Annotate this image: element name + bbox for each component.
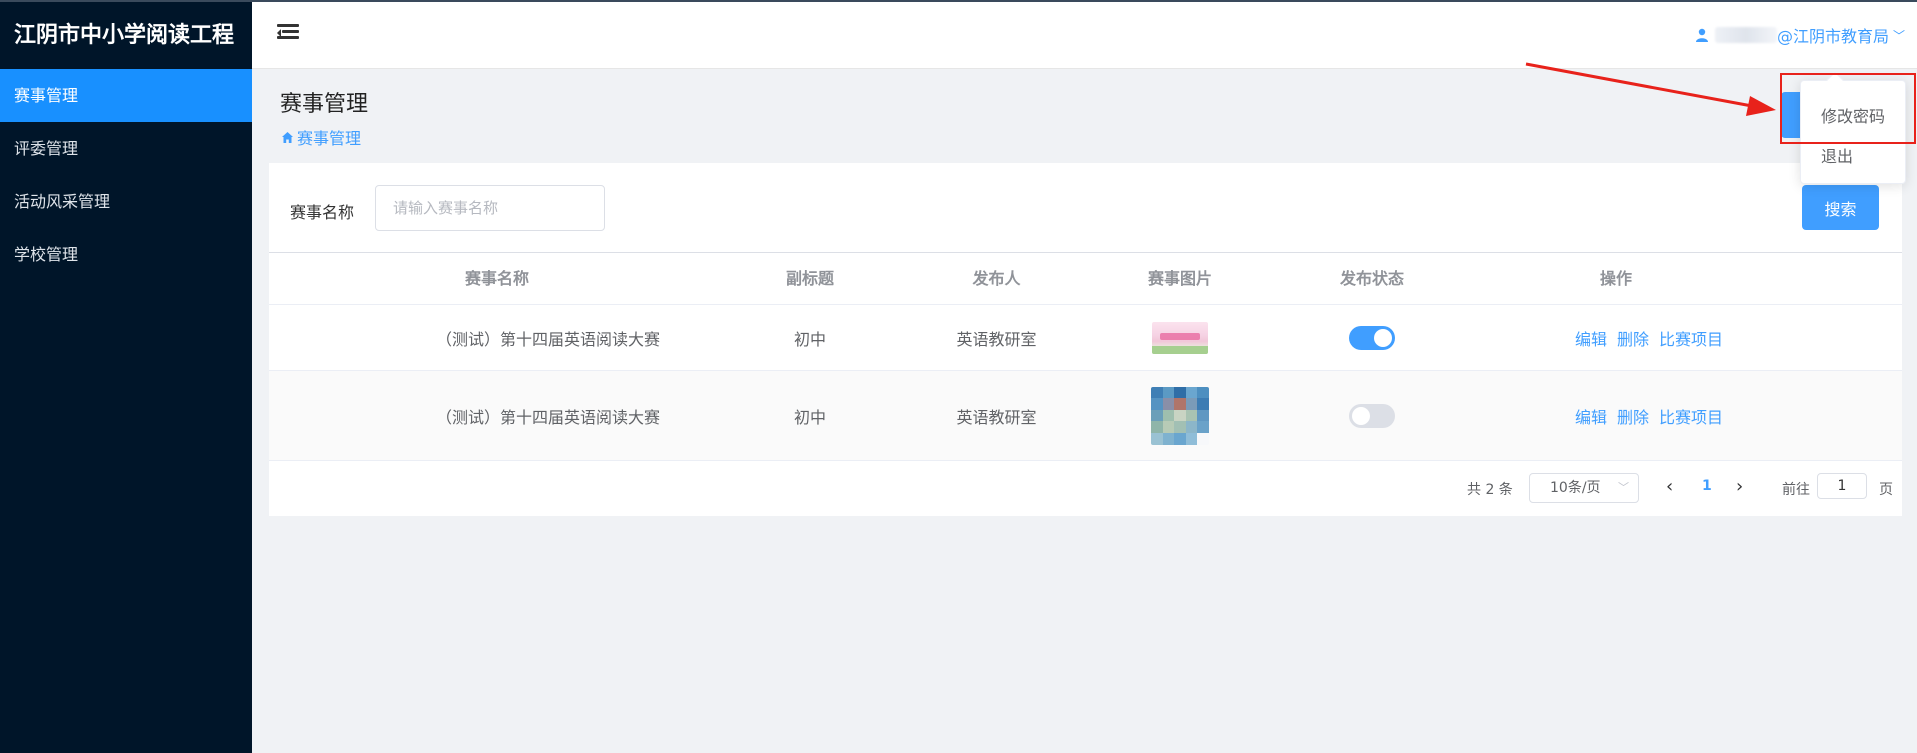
user-org-label: @江阴市教育局 bbox=[1776, 27, 1889, 46]
goto-label: 前往 bbox=[1782, 482, 1810, 498]
cell-status bbox=[1276, 305, 1468, 370]
cell-subtitle: 初中 bbox=[793, 329, 826, 349]
sidebar-item-school-management[interactable]: 学校管理 bbox=[0, 228, 252, 281]
column-header-subtitle: 副标题 bbox=[785, 269, 834, 288]
search-input[interactable] bbox=[375, 185, 605, 231]
column-header-actions: 操作 bbox=[1599, 269, 1632, 288]
publish-toggle[interactable] bbox=[1349, 403, 1395, 428]
table-row: （测试）第十四届英语阅读大赛 初中 英语教研室 编辑 删除 比赛项目 bbox=[269, 305, 1902, 371]
cell-image bbox=[1105, 305, 1255, 370]
cell-actions: 编辑 删除 比赛项目 bbox=[1514, 371, 1784, 460]
event-thumbnail-pixelated[interactable] bbox=[1151, 386, 1209, 445]
page-size-value: 10条/页 bbox=[1550, 480, 1601, 496]
top-header: @江阴市教育局 ﹀ bbox=[252, 0, 1917, 69]
page-title: 赛事管理 bbox=[280, 92, 369, 117]
hamburger-icon[interactable] bbox=[277, 24, 299, 44]
competition-items-link[interactable]: 比赛项目 bbox=[1659, 326, 1723, 350]
breadcrumb-label: 赛事管理 bbox=[297, 129, 362, 148]
page-size-select[interactable]: 10条/页 ﹀ bbox=[1529, 473, 1639, 503]
cell-publisher: 英语教研室 bbox=[956, 407, 1037, 427]
edit-link[interactable]: 编辑 bbox=[1575, 404, 1607, 428]
app-title: 江阴市中小学阅读工程 bbox=[14, 23, 235, 48]
column-header-name: 赛事名称 bbox=[464, 269, 529, 288]
sidebar: 江阴市中小学阅读工程 赛事管理 评委管理 活动风采管理 学校管理 bbox=[0, 0, 252, 753]
table-header: 赛事名称 副标题 发布人 赛事图片 发布状态 操作 bbox=[269, 252, 1902, 305]
page-number-current[interactable]: 1 bbox=[1702, 478, 1712, 494]
sidebar-item-event-management[interactable]: 赛事管理 bbox=[0, 69, 252, 122]
chevron-down-icon: ﹀ bbox=[1892, 28, 1905, 43]
cell-subtitle: 初中 bbox=[793, 407, 826, 427]
goto-page-input[interactable] bbox=[1817, 473, 1867, 499]
cell-actions: 编辑 删除 比赛项目 bbox=[1514, 305, 1784, 370]
search-button[interactable]: 搜索 bbox=[1802, 185, 1879, 230]
publish-toggle[interactable] bbox=[1349, 325, 1395, 350]
chevron-down-icon: ﹀ bbox=[1618, 481, 1629, 494]
delete-link[interactable]: 删除 bbox=[1617, 404, 1649, 428]
sidebar-item-activity-showcase[interactable]: 活动风采管理 bbox=[0, 175, 252, 228]
annotation-highlight-box bbox=[1780, 73, 1916, 144]
column-header-image: 赛事图片 bbox=[1147, 269, 1212, 288]
pagination: 共 2 条 10条/页 ﹀ ‹ 1 › 前往 页 bbox=[269, 473, 1902, 503]
breadcrumb[interactable]: 赛事管理 bbox=[281, 125, 361, 149]
home-icon bbox=[282, 131, 293, 143]
search-label: 赛事名称 bbox=[290, 203, 355, 222]
cell-status bbox=[1276, 371, 1468, 460]
column-header-publisher: 发布人 bbox=[972, 269, 1021, 288]
page-suffix-label: 页 bbox=[1879, 482, 1893, 498]
next-page-icon[interactable]: › bbox=[1736, 476, 1743, 497]
cell-publisher: 英语教研室 bbox=[956, 329, 1037, 349]
event-thumbnail[interactable] bbox=[1152, 321, 1208, 354]
competition-items-link[interactable]: 比赛项目 bbox=[1659, 404, 1723, 428]
cell-image bbox=[1105, 371, 1255, 460]
prev-page-icon[interactable]: ‹ bbox=[1666, 476, 1673, 497]
table-row: （测试）第十四届英语阅读大赛 初中 英语教研室 编辑 删除 比赛项目 bbox=[269, 371, 1902, 461]
pagination-total: 共 2 条 bbox=[1467, 482, 1513, 498]
window-top-edge bbox=[0, 0, 1917, 2]
username-redacted bbox=[1714, 27, 1777, 43]
content-card: 赛事名称 搜索 赛事名称 副标题 发布人 赛事图片 发布状态 操作 （测试）第十… bbox=[269, 163, 1902, 516]
logout-menu-item[interactable]: 退出 bbox=[1821, 143, 1853, 167]
user-icon bbox=[1695, 28, 1708, 42]
user-menu-trigger[interactable]: @江阴市教育局 ﹀ bbox=[1695, 24, 1905, 46]
delete-link[interactable]: 删除 bbox=[1617, 326, 1649, 350]
sidebar-item-judge-management[interactable]: 评委管理 bbox=[0, 122, 252, 175]
column-header-status: 发布状态 bbox=[1339, 269, 1404, 288]
edit-link[interactable]: 编辑 bbox=[1575, 326, 1607, 350]
